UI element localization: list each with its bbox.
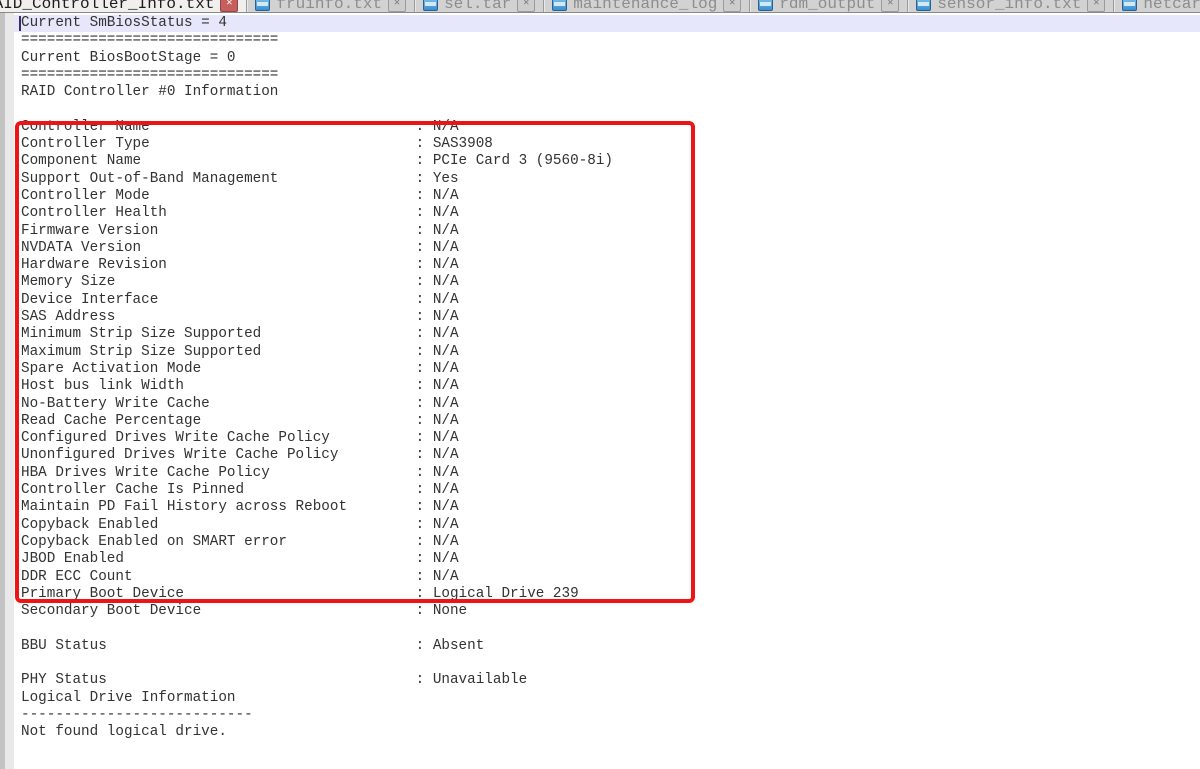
tab-label: netcard_ xyxy=(1143,0,1200,13)
tab-netcard-[interactable]: netcard_✕ xyxy=(1114,0,1200,13)
editor-line[interactable]: --------------------------- xyxy=(14,707,1200,724)
tab-raid-controller-info-txt[interactable]: RAID_Controller_Info.txt ✕ xyxy=(0,0,247,13)
editor-line-kv[interactable]: HBA Drives Write Cache Policy : N/A xyxy=(14,465,1200,482)
editor-line[interactable]: Current BiosBootStage = 0 xyxy=(14,50,1200,67)
editor-line-kv[interactable]: Controller Mode : N/A xyxy=(14,188,1200,205)
tab-sel-tar[interactable]: sel.tar ✕ xyxy=(415,0,544,13)
editor-line-kv[interactable]: Device Interface : N/A xyxy=(14,292,1200,309)
text-caret xyxy=(19,16,21,31)
editor-line[interactable]: Not found logical drive. xyxy=(14,724,1200,741)
tab-label: fruinfo.txt xyxy=(276,0,382,13)
saved-file-icon xyxy=(916,0,931,11)
tab-label: sel.tar xyxy=(444,0,511,13)
tab-bar: RAID_Controller_Info.txt✕fruinfo.txt✕sel… xyxy=(0,0,1200,13)
editor-line-kv[interactable]: Copyback Enabled on SMART error : N/A xyxy=(14,534,1200,551)
close-tab-icon[interactable]: ✕ xyxy=(723,0,741,12)
editor-line-kv[interactable]: Controller Type : SAS3908 xyxy=(14,136,1200,153)
editor-line-kv[interactable]: Spare Activation Mode : N/A xyxy=(14,361,1200,378)
tab-label: rdm_output xyxy=(779,0,875,13)
close-tab-icon[interactable]: ✕ xyxy=(881,0,899,12)
close-tab-icon[interactable]: ✕ xyxy=(517,0,535,12)
editor-line-kv[interactable]: Copyback Enabled : N/A xyxy=(14,517,1200,534)
saved-file-icon xyxy=(758,0,773,11)
editor-line-kv[interactable]: Maintain PD Fail History across Reboot :… xyxy=(14,499,1200,516)
editor-line-kv[interactable]: Secondary Boot Device : None xyxy=(14,603,1200,620)
tab-label: RAID_Controller_Info.txt xyxy=(0,0,214,13)
tab-label: maintenance_log xyxy=(573,0,717,13)
tab-strip: RAID_Controller_Info.txt✕fruinfo.txt✕sel… xyxy=(0,0,1200,13)
editor-line[interactable]: ============================== xyxy=(14,67,1200,84)
editor-line-kv[interactable]: Component Name : PCIe Card 3 (9560-8i) xyxy=(14,153,1200,170)
close-tab-icon[interactable]: ✕ xyxy=(220,0,238,12)
editor-line-kv[interactable]: Maximum Strip Size Supported : N/A xyxy=(14,344,1200,361)
tab-rdm-output[interactable]: rdm_output ✕ xyxy=(750,0,908,13)
editor-line-kv[interactable]: Controller Health : N/A xyxy=(14,205,1200,222)
editor-line-kv[interactable]: Read Cache Percentage : N/A xyxy=(14,413,1200,430)
editor-line[interactable] xyxy=(14,620,1200,637)
editor-line-kv[interactable]: Hardware Revision : N/A xyxy=(14,257,1200,274)
editor-line-kv[interactable]: JBOD Enabled : N/A xyxy=(14,551,1200,568)
editor-line[interactable]: RAID Controller #0 Information xyxy=(14,84,1200,101)
editor-line[interactable]: ============================== xyxy=(14,32,1200,49)
editor-line-kv[interactable]: Unonfigured Drives Write Cache Policy : … xyxy=(14,447,1200,464)
tab-sensor-info-txt[interactable]: sensor_info.txt ✕ xyxy=(908,0,1114,13)
tab-maintenance-log[interactable]: maintenance_log ✕ xyxy=(544,0,750,13)
saved-file-icon xyxy=(552,0,567,11)
editor-line-kv[interactable]: NVDATA Version : N/A xyxy=(14,240,1200,257)
saved-file-icon xyxy=(423,0,438,11)
editor-line-kv[interactable]: Controller Cache Is Pinned : N/A xyxy=(14,482,1200,499)
editor-line[interactable]: Logical Drive Information xyxy=(14,690,1200,707)
editor-line-kv[interactable]: Host bus link Width : N/A xyxy=(14,378,1200,395)
close-tab-icon[interactable]: ✕ xyxy=(388,0,406,12)
editor-line[interactable] xyxy=(14,655,1200,672)
editor-line-kv[interactable]: Minimum Strip Size Supported : N/A xyxy=(14,326,1200,343)
editor-line-kv[interactable]: Configured Drives Write Cache Policy : N… xyxy=(14,430,1200,447)
saved-file-icon xyxy=(255,0,270,11)
text-area[interactable]: Current SmBiosStatus = 4================… xyxy=(14,13,1200,769)
editor-line-kv[interactable]: PHY Status : Unavailable xyxy=(14,672,1200,689)
editor-line[interactable]: Current SmBiosStatus = 4 xyxy=(14,15,1200,32)
saved-file-icon xyxy=(1122,0,1137,11)
editor-line-kv[interactable]: DDR ECC Count : N/A xyxy=(14,569,1200,586)
bookmark-margin[interactable] xyxy=(5,13,14,769)
editor-line-kv[interactable]: Primary Boot Device : Logical Drive 239 xyxy=(14,586,1200,603)
tab-fruinfo-txt[interactable]: fruinfo.txt ✕ xyxy=(247,0,415,13)
editor-line-kv[interactable]: SAS Address : N/A xyxy=(14,309,1200,326)
editor-line-kv[interactable]: Firmware Version : N/A xyxy=(14,223,1200,240)
editor-line[interactable] xyxy=(14,101,1200,118)
editor-line-kv[interactable]: BBU Status : Absent xyxy=(14,638,1200,655)
editor-line-kv[interactable]: Support Out-of-Band Management : Yes xyxy=(14,171,1200,188)
editor: Current SmBiosStatus = 4================… xyxy=(0,13,1200,769)
editor-line-kv[interactable]: No-Battery Write Cache : N/A xyxy=(14,396,1200,413)
editor-line-kv[interactable]: Memory Size : N/A xyxy=(14,274,1200,291)
close-tab-icon[interactable]: ✕ xyxy=(1087,0,1105,12)
tab-label: sensor_info.txt xyxy=(937,0,1081,13)
editor-line-kv[interactable]: Controller Name : N/A xyxy=(14,119,1200,136)
